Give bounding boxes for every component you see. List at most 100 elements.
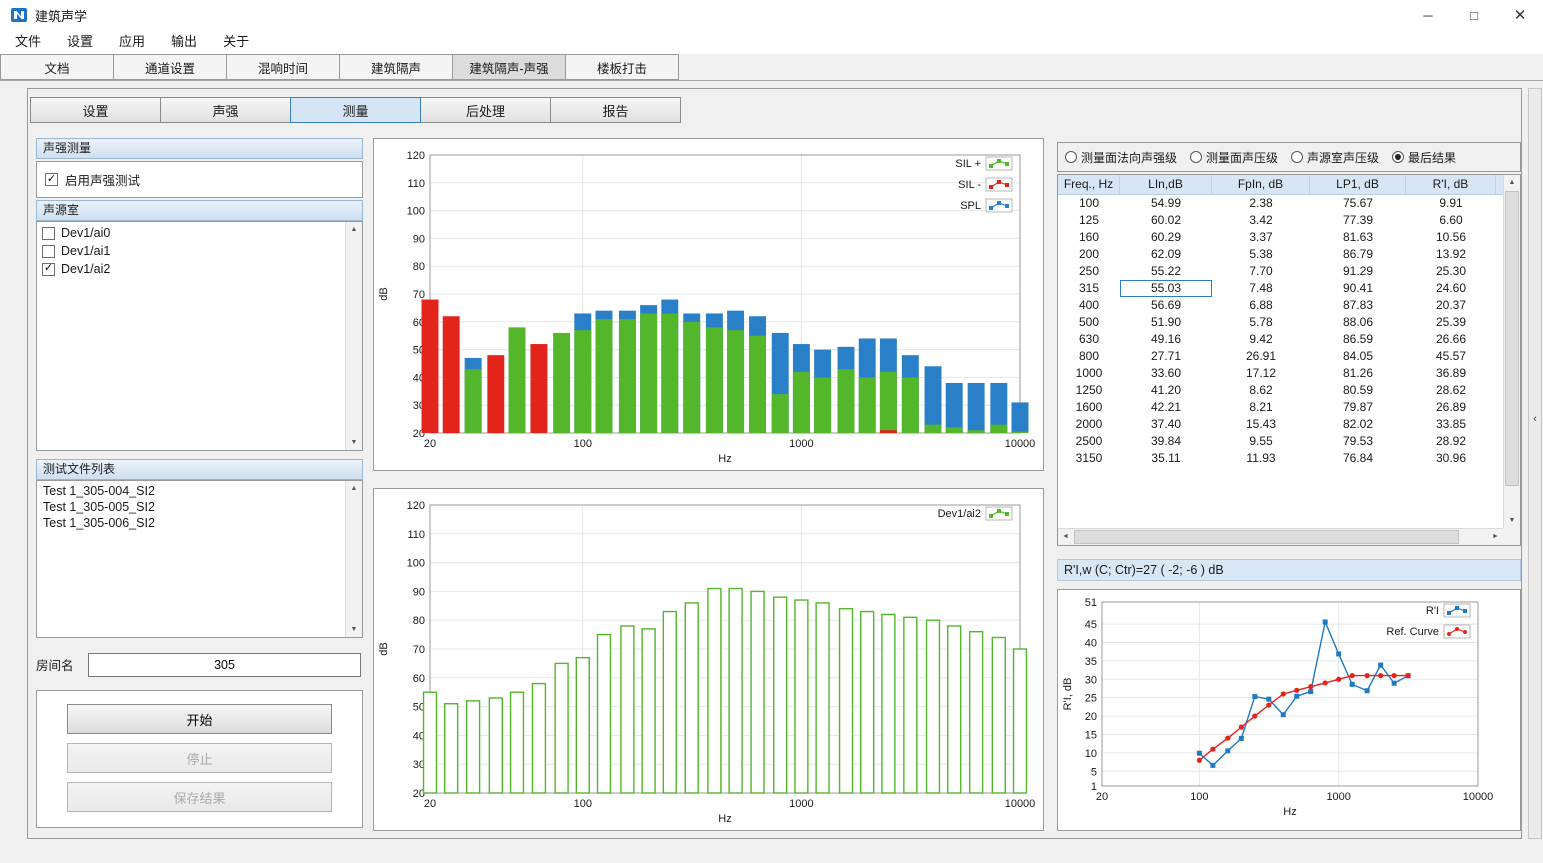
table-cell[interactable]: 62.09	[1120, 246, 1212, 263]
menu-item-3[interactable]: 输出	[158, 31, 210, 53]
table-cell[interactable]: 9.55	[1212, 433, 1310, 450]
table-cell[interactable]: 26.66	[1406, 331, 1496, 348]
main-tab-0[interactable]: 文档	[0, 54, 114, 80]
main-tab-5[interactable]: 楼板打击	[565, 54, 679, 80]
table-row[interactable]: 40056.696.8887.8320.37	[1058, 297, 1503, 314]
channel-list-scrollbar[interactable]: ▲ ▼	[345, 222, 362, 450]
table-cell[interactable]: 800	[1058, 348, 1120, 365]
stop-button[interactable]: 停止	[67, 743, 332, 773]
table-row[interactable]: 63049.169.4286.5926.66	[1058, 331, 1503, 348]
radio-option-2[interactable]: 声源室声压级	[1291, 149, 1379, 166]
scroll-up-icon[interactable]: ▲	[1504, 175, 1520, 190]
table-cell[interactable]: 30.96	[1406, 450, 1496, 467]
table-cell[interactable]: 5.78	[1212, 314, 1310, 331]
table-cell[interactable]: 33.85	[1406, 416, 1496, 433]
table-cell[interactable]: 90.41	[1310, 280, 1406, 297]
table-cell[interactable]: 250	[1058, 263, 1120, 280]
menu-item-2[interactable]: 应用	[106, 31, 158, 53]
main-tab-2[interactable]: 混响时间	[226, 54, 340, 80]
table-cell[interactable]: 28.92	[1406, 433, 1496, 450]
collapse-panel-button[interactable]: ‹	[1529, 399, 1541, 439]
table-cell[interactable]: 49.16	[1120, 331, 1212, 348]
table-cell[interactable]: 9.91	[1406, 195, 1496, 212]
table-cell[interactable]: 7.70	[1212, 263, 1310, 280]
table-row[interactable]: 80027.7126.9184.0545.57	[1058, 348, 1503, 365]
table-cell[interactable]: 88.06	[1310, 314, 1406, 331]
file-item-1[interactable]: Test 1_305-005_SI2	[37, 499, 344, 515]
save-results-button[interactable]: 保存结果	[67, 782, 332, 812]
table-cell[interactable]: 15.43	[1212, 416, 1310, 433]
table-cell[interactable]: 60.29	[1120, 229, 1212, 246]
table-row[interactable]: 250039.849.5579.5328.92	[1058, 433, 1503, 450]
table-header-4[interactable]: R'I, dB	[1406, 175, 1496, 194]
menu-item-0[interactable]: 文件	[2, 31, 54, 53]
table-cell[interactable]: 91.29	[1310, 263, 1406, 280]
table-cell[interactable]: 81.26	[1310, 365, 1406, 382]
table-cell[interactable]: 45.57	[1406, 348, 1496, 365]
table-cell[interactable]: 76.84	[1310, 450, 1406, 467]
scroll-up-icon[interactable]: ▲	[346, 481, 362, 496]
table-row[interactable]: 100033.6017.1281.2636.89	[1058, 365, 1503, 382]
sub-tab-3[interactable]: 后处理	[420, 97, 551, 123]
main-tab-4[interactable]: 建筑隔声-声强	[452, 54, 566, 80]
radio-option-3[interactable]: 最后结果	[1392, 149, 1456, 166]
close-button[interactable]: ✕	[1497, 0, 1543, 30]
table-cell[interactable]: 9.42	[1212, 331, 1310, 348]
table-cell[interactable]: 26.89	[1406, 399, 1496, 416]
table-cell[interactable]: 25.39	[1406, 314, 1496, 331]
file-item-0[interactable]: Test 1_305-004_SI2	[37, 483, 344, 499]
table-cell[interactable]: 3.42	[1212, 212, 1310, 229]
table-cell[interactable]: 55.03	[1120, 280, 1212, 297]
table-header-2[interactable]: FpIn, dB	[1212, 175, 1310, 194]
table-horizontal-scrollbar[interactable]: ◄ ►	[1058, 528, 1503, 545]
radio-option-0[interactable]: 测量面法向声强级	[1065, 149, 1177, 166]
table-cell[interactable]: 7.48	[1212, 280, 1310, 297]
radio-option-1[interactable]: 测量面声压级	[1190, 149, 1278, 166]
table-cell[interactable]: 87.83	[1310, 297, 1406, 314]
channel-checkbox[interactable]	[42, 245, 55, 258]
table-cell[interactable]: 13.92	[1406, 246, 1496, 263]
table-cell[interactable]: 60.02	[1120, 212, 1212, 229]
table-cell[interactable]: 39.84	[1120, 433, 1212, 450]
file-list-scrollbar[interactable]: ▲ ▼	[345, 481, 362, 637]
table-cell[interactable]: 6.88	[1212, 297, 1310, 314]
room-name-input[interactable]	[88, 653, 361, 677]
channel-checkbox[interactable]: ✓	[42, 263, 55, 276]
table-cell[interactable]: 24.60	[1406, 280, 1496, 297]
table-cell[interactable]: 27.71	[1120, 348, 1212, 365]
table-cell[interactable]: 56.69	[1120, 297, 1212, 314]
table-cell[interactable]: 1600	[1058, 399, 1120, 416]
scroll-right-icon[interactable]: ►	[1488, 529, 1503, 545]
sub-tab-2[interactable]: 测量	[290, 97, 421, 123]
menu-item-4[interactable]: 关于	[210, 31, 262, 53]
table-cell[interactable]: 1250	[1058, 382, 1120, 399]
scroll-left-icon[interactable]: ◄	[1058, 529, 1073, 545]
table-cell[interactable]: 75.67	[1310, 195, 1406, 212]
table-cell[interactable]: 42.21	[1120, 399, 1212, 416]
table-cell[interactable]: 6.60	[1406, 212, 1496, 229]
channel-checkbox[interactable]	[42, 227, 55, 240]
table-row[interactable]: 31555.037.4890.4124.60	[1058, 280, 1503, 297]
table-cell[interactable]: 2000	[1058, 416, 1120, 433]
table-cell[interactable]: 35.11	[1120, 450, 1212, 467]
main-tab-1[interactable]: 通道设置	[113, 54, 227, 80]
table-cell[interactable]: 84.05	[1310, 348, 1406, 365]
table-row[interactable]: 315035.1111.9376.8430.96	[1058, 450, 1503, 467]
table-cell[interactable]: 26.91	[1212, 348, 1310, 365]
table-cell[interactable]: 55.22	[1120, 263, 1212, 280]
table-cell[interactable]: 54.99	[1120, 195, 1212, 212]
table-cell[interactable]: 8.62	[1212, 382, 1310, 399]
channel-item-0[interactable]: Dev1/ai0	[37, 224, 344, 242]
enable-si-checkbox[interactable]: ✓	[45, 173, 58, 186]
table-cell[interactable]: 400	[1058, 297, 1120, 314]
table-cell[interactable]: 1000	[1058, 365, 1120, 382]
menu-item-1[interactable]: 设置	[54, 31, 106, 53]
table-cell[interactable]: 3150	[1058, 450, 1120, 467]
table-cell[interactable]: 11.93	[1212, 450, 1310, 467]
table-cell[interactable]: 500	[1058, 314, 1120, 331]
table-cell[interactable]: 2500	[1058, 433, 1120, 450]
channel-item-2[interactable]: ✓Dev1/ai2	[37, 260, 344, 278]
table-cell[interactable]: 51.90	[1120, 314, 1212, 331]
table-cell[interactable]: 80.59	[1310, 382, 1406, 399]
scroll-down-icon[interactable]: ▼	[1504, 513, 1520, 528]
